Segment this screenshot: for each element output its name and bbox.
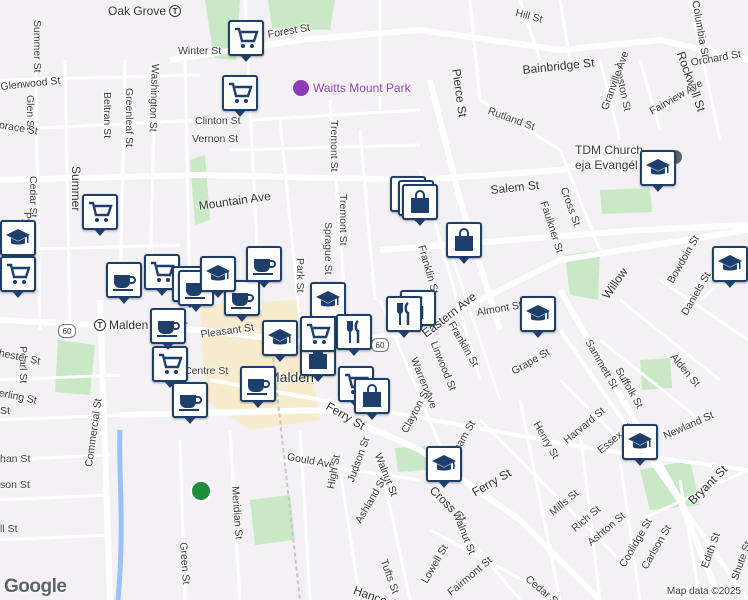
shopping-marker[interactable]	[354, 378, 390, 420]
route-60-shield-east: 60	[371, 338, 389, 352]
school-icon	[645, 155, 671, 181]
street-label: Summer	[69, 166, 83, 212]
street-label: Meridian St	[229, 485, 245, 540]
cafe-icon	[111, 267, 137, 293]
oak-grove-station[interactable]: Oak Grove T	[108, 4, 182, 18]
grocery-icon	[233, 25, 259, 51]
shopping-marker[interactable]	[446, 222, 482, 264]
grocery-marker[interactable]	[152, 346, 188, 388]
cafe-icon	[155, 313, 181, 339]
cafe-marker[interactable]	[246, 246, 282, 288]
school-icon	[315, 287, 341, 313]
street-label: Clinton St	[195, 115, 241, 127]
street-label: St	[0, 405, 10, 417]
restaurant-icon	[391, 301, 417, 327]
shopping-icon	[451, 227, 477, 253]
school-marker[interactable]	[200, 256, 236, 298]
cafe-icon	[245, 371, 271, 397]
school-icon	[431, 451, 457, 477]
school-icon	[627, 429, 653, 455]
cafe-marker[interactable]	[172, 382, 208, 424]
map-attribution: Map data ©2025	[663, 586, 744, 597]
grocery-marker[interactable]	[300, 316, 336, 358]
restaurant-icon	[341, 319, 367, 345]
grocery-icon	[305, 321, 331, 347]
school-icon	[717, 251, 743, 277]
school-marker[interactable]	[310, 282, 346, 324]
grocery-marker[interactable]	[222, 75, 258, 117]
grocery-icon	[157, 351, 183, 377]
cafe-icon	[251, 251, 277, 277]
street-label: Centre St	[184, 365, 229, 377]
church-label-line1: TDM Church	[575, 143, 644, 157]
grocery-marker[interactable]	[228, 20, 264, 62]
shopping-marker[interactable]	[402, 184, 438, 226]
school-marker[interactable]	[712, 246, 748, 288]
transit-icon: T	[169, 5, 182, 17]
church-label-line2: eja Evangél	[575, 158, 638, 172]
church-label[interactable]: TDM Church eja Evangél	[575, 144, 643, 171]
transit-icon: T	[94, 319, 106, 331]
cafe-marker[interactable]	[106, 262, 142, 304]
cafe-icon	[177, 387, 203, 413]
oak-grove-label: Oak Grove	[108, 4, 167, 18]
school-marker[interactable]	[640, 150, 676, 192]
restaurant-marker[interactable]	[336, 314, 372, 356]
restaurant-marker[interactable]	[386, 296, 422, 338]
grocery-icon	[5, 261, 31, 287]
shopping-icon	[407, 189, 433, 215]
street-label: Beltran St	[101, 92, 113, 139]
school-marker[interactable]	[520, 296, 556, 338]
school-icon	[205, 261, 231, 287]
street-label: Tremont St	[337, 194, 349, 246]
street-label: son St	[0, 479, 30, 491]
grocery-marker[interactable]	[82, 194, 118, 236]
school-icon	[5, 225, 31, 251]
street-label: Washington St	[146, 63, 161, 132]
school-marker[interactable]	[622, 424, 658, 466]
waitts-mount-park-label: Waitts Mount Park	[313, 81, 411, 95]
street-label: Sprague St	[322, 222, 334, 275]
waitts-mount-park-poi[interactable]: Waitts Mount Park	[293, 80, 411, 96]
school-marker[interactable]	[262, 320, 298, 362]
shopping-icon	[359, 383, 385, 409]
street-label: ll St	[0, 523, 18, 535]
street-label: Winter St	[178, 45, 222, 57]
park-icon	[293, 80, 309, 96]
school-marker[interactable]	[0, 220, 36, 262]
cafe-marker[interactable]	[150, 308, 186, 350]
street-label: Vernon St	[192, 133, 239, 145]
park-pin-icon[interactable]	[190, 480, 212, 502]
street-label: Summer St	[31, 20, 43, 73]
grocery-icon	[87, 199, 113, 225]
school-icon	[267, 325, 293, 351]
street-label: Tremont St	[328, 120, 340, 172]
street-label: Park St	[294, 258, 306, 293]
map-canvas[interactable]: 60 60 Oak Grove T T Malden Center Waitts…	[0, 0, 748, 600]
school-icon	[525, 301, 551, 327]
street-label: han St	[0, 453, 31, 465]
street-label: Greenleaf St	[123, 88, 135, 147]
grocery-icon	[227, 80, 253, 106]
google-logo: Google	[4, 576, 67, 597]
cafe-marker[interactable]	[240, 366, 276, 408]
school-marker[interactable]	[426, 446, 462, 488]
street-label: Green St	[177, 541, 192, 585]
route-60-shield: 60	[58, 324, 76, 338]
grocery-marker[interactable]	[0, 256, 36, 298]
